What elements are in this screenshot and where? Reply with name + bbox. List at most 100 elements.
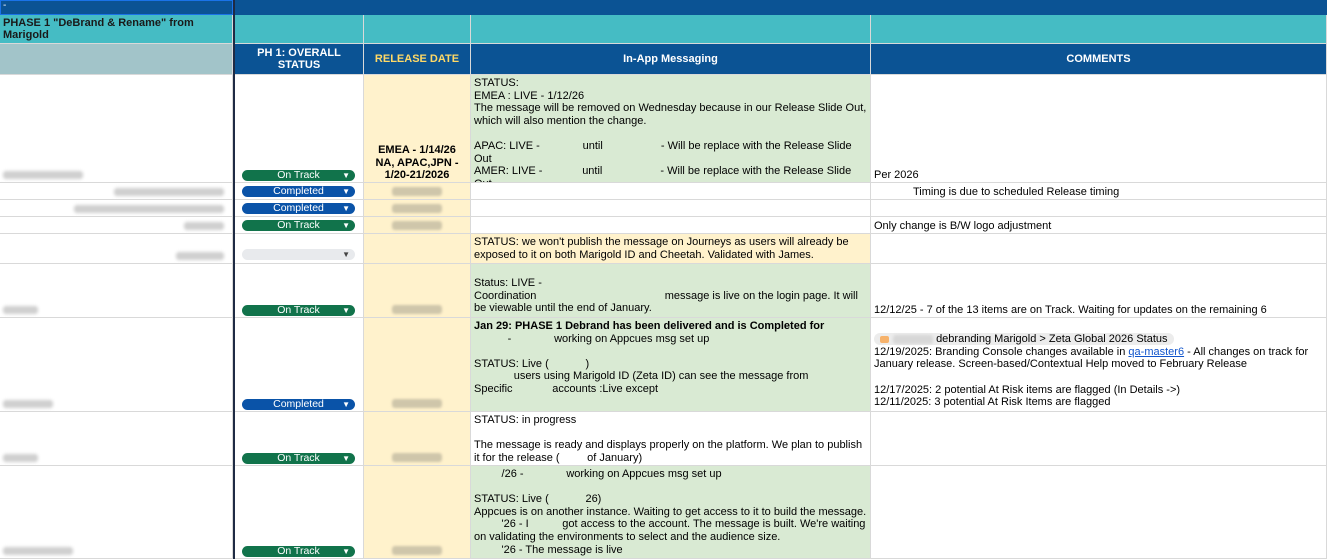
comment-cell[interactable]: Timing is due to scheduled Release timin… [871,183,1327,200]
section-cell-1[interactable] [235,15,364,44]
dropdown-arrow-icon: ▼ [342,547,350,556]
release-date-cell[interactable] [364,234,471,264]
header-status[interactable]: PH 1: OVERALL STATUS [235,44,364,75]
redacted-text [3,171,83,179]
status-cell[interactable]: On Track ▼ [235,217,364,234]
messaging-cell[interactable]: Jan 29: PHASE 1 Debrand has been deliver… [471,318,871,412]
messaging-text: - working on Appcues msg set up STATUS: … [474,332,809,395]
section-row: PHASE 1 "DeBrand & Rename" from Marigold [0,15,1327,44]
status-cell[interactable]: Completed ▼ [235,318,364,412]
row-name-cell[interactable] [0,183,233,200]
comment-cell[interactable]: 12/12/25 - 7 of the 13 items are on Trac… [871,264,1327,318]
status-dropdown[interactable]: Completed ▼ [242,203,355,214]
table-row: On Track ▼ STATUS: in progress The messag… [0,412,1327,466]
comment-line: 12/19/2025: Branding Console changes ava… [874,346,1323,371]
table-row: Completed ▼ Jan 29: PHASE 1 Debrand has b… [0,318,1327,412]
dropdown-arrow-icon: ▼ [342,187,350,196]
row-name-cell[interactable] [0,200,233,217]
status-cell[interactable]: On Track ▼ [235,466,364,559]
messaging-text: STATUS: in progress The message is ready… [474,414,863,464]
status-cell[interactable]: ▼ [235,234,364,264]
redacted-date [392,305,442,314]
release-date-cell[interactable] [364,318,471,412]
status-cell[interactable]: Completed ▼ [235,183,364,200]
messaging-cell[interactable]: STATUS: we won't publish the message on … [471,234,871,264]
status-dropdown[interactable]: On Track ▼ [242,453,355,464]
comment-cell[interactable]: debranding Marigold > Zeta Global 2026 S… [871,318,1327,412]
release-date-cell[interactable]: EMEA - 1/14/26 NA, APAC,JPN - 1/20-21/20… [364,75,471,183]
messaging-cell[interactable] [471,217,871,234]
section-cell-2[interactable] [364,15,471,44]
messaging-cell[interactable] [471,200,871,217]
comment-cell[interactable]: Per 2026 [871,75,1327,183]
table-row: Completed ▼ [0,200,1327,217]
selected-cell[interactable]: - [0,0,233,15]
row-name-cell[interactable] [0,75,233,183]
release-date-cell[interactable] [364,183,471,200]
table-row: ▼ STATUS: we won't publish the message o… [0,234,1327,264]
header-release-date[interactable]: RELEASE DATE [364,44,471,75]
section-cell-4[interactable] [871,15,1327,44]
comment-cell[interactable] [871,200,1327,217]
row-name-cell[interactable] [0,466,233,559]
header-cell-name[interactable] [0,44,233,75]
release-date-cell[interactable] [364,264,471,318]
status-label: Completed [273,202,324,214]
comment-cell[interactable] [871,412,1327,466]
dropdown-arrow-icon: ▼ [342,204,350,213]
release-date-cell[interactable] [364,200,471,217]
messaging-text: Status: LIVE - Coordination message is l… [474,277,858,315]
status-label: On Track [277,219,320,231]
row-name-cell[interactable] [0,318,233,412]
release-date-cell[interactable] [364,412,471,466]
redacted-date [392,453,442,462]
header-comments[interactable]: COMMENTS [871,44,1327,75]
messaging-cell[interactable]: STATUS: in progress The message is ready… [471,412,871,466]
redacted-text [3,400,53,408]
header-messaging[interactable]: In-App Messaging [471,44,871,75]
status-cell[interactable]: On Track ▼ [235,264,364,318]
section-title-cell[interactable]: PHASE 1 "DeBrand & Rename" from Marigold [0,15,233,44]
top-bar-row: - [0,0,1327,15]
row-name-cell[interactable] [0,234,233,264]
status-dropdown[interactable]: On Track ▼ [242,170,355,181]
spreadsheet-grid: - PHASE 1 "DeBrand & Rename" from Marigo… [0,0,1327,559]
row-name-cell[interactable] [0,412,233,466]
status-cell[interactable]: Completed ▼ [235,200,364,217]
status-cell[interactable]: On Track ▼ [235,75,364,183]
table-row: On Track ▼ EMEA - 1/14/26 NA, APAC,JPN - … [0,75,1327,183]
status-dropdown[interactable]: ▼ [242,249,355,260]
release-date-cell[interactable] [364,466,471,559]
status-dropdown[interactable]: Completed ▼ [242,186,355,197]
top-bar-fill [235,0,1327,15]
comment-text: Timing is due to scheduled Release timin… [913,186,1120,198]
redacted-date [392,546,442,555]
comment-text: Only change is B/W logo adjustment [874,220,1052,232]
comment-cell[interactable] [871,234,1327,264]
messaging-content: Jan 29: PHASE 1 Debrand has been deliver… [471,318,870,398]
comment-cell[interactable] [871,466,1327,559]
qa-master-link[interactable]: qa-master6 [1128,346,1184,358]
messaging-cell[interactable]: /26 - working on Appcues msg set up STAT… [471,466,871,559]
status-cell[interactable]: On Track ▼ [235,412,364,466]
status-dropdown[interactable]: On Track ▼ [242,305,355,316]
redacted-text [184,222,224,230]
row-name-cell[interactable] [0,217,233,234]
tag-label: debranding Marigold > Zeta Global 2026 S… [936,333,1168,345]
status-dropdown[interactable]: Completed ▼ [242,399,355,410]
status-tag[interactable]: debranding Marigold > Zeta Global 2026 S… [874,333,1323,346]
dropdown-arrow-icon: ▼ [342,221,350,230]
comment-cell[interactable]: Only change is B/W logo adjustment [871,217,1327,234]
status-dropdown[interactable]: On Track ▼ [242,220,355,231]
redacted-text [3,306,38,314]
redacted-text [74,205,224,213]
section-cell-3[interactable] [471,15,871,44]
messaging-cell[interactable]: Status: LIVE - Coordination message is l… [471,264,871,318]
messaging-cell[interactable]: STATUS: EMEA : LIVE - 1/12/26 The messag… [471,75,871,183]
dropdown-arrow-icon: ▼ [342,400,350,409]
redacted-text [176,252,224,260]
status-dropdown[interactable]: On Track ▼ [242,546,355,557]
messaging-cell[interactable] [471,183,871,200]
release-date-cell[interactable] [364,217,471,234]
row-name-cell[interactable] [0,264,233,318]
